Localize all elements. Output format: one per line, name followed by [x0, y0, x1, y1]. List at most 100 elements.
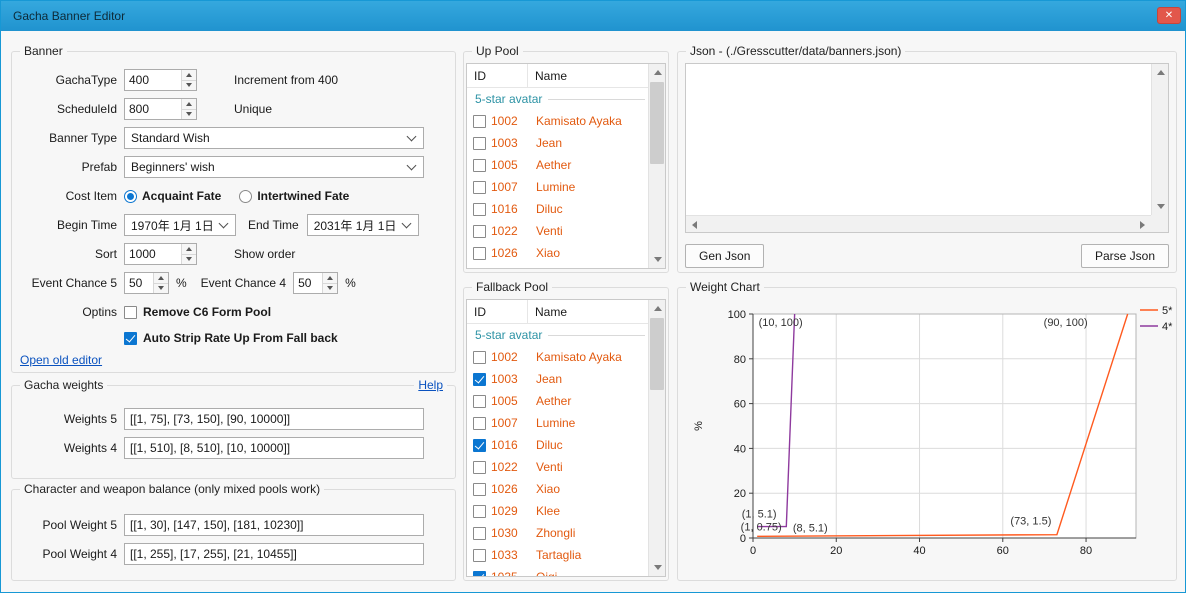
spin-up-icon[interactable] — [153, 273, 168, 284]
pool-row[interactable]: 1035Qiqi — [467, 566, 648, 576]
pool-weight4-input[interactable] — [124, 543, 424, 565]
scroll-thumb[interactable] — [650, 82, 664, 164]
help-link[interactable]: Help — [414, 378, 447, 392]
scroll-up-icon[interactable] — [649, 300, 666, 317]
pool-category-label: 5-star avatar — [475, 328, 542, 342]
scrollbar-corner — [1151, 215, 1168, 232]
pool-row[interactable]: 1005Aether — [467, 154, 648, 176]
close-button[interactable]: ✕ — [1157, 7, 1181, 24]
scroll-up-icon[interactable] — [649, 64, 666, 81]
json-textarea[interactable] — [686, 64, 1151, 215]
pool-row-checkbox[interactable] — [473, 527, 486, 540]
chevron-down-icon — [401, 218, 411, 228]
pool-row[interactable]: 1022Venti — [467, 456, 648, 478]
checkbox-icon[interactable] — [124, 306, 137, 319]
begin-time-select[interactable]: 1970年 1月 1日 — [124, 214, 236, 236]
spin-up-icon[interactable] — [181, 244, 196, 255]
pool-row-checkbox[interactable] — [473, 395, 486, 408]
scroll-down-icon[interactable] — [649, 251, 666, 268]
scroll-down-icon[interactable] — [649, 559, 666, 576]
pool-row[interactable]: 1030Zhongli — [467, 522, 648, 544]
pool-row-checkbox[interactable] — [473, 483, 486, 496]
pool-row[interactable]: 1003Jean — [467, 132, 648, 154]
pool-row-checkbox[interactable] — [473, 461, 486, 474]
pool-row[interactable]: 1002Kamisato Ayaka — [467, 110, 648, 132]
spin-down-icon[interactable] — [181, 81, 196, 91]
json-vertical-scrollbar[interactable] — [1151, 64, 1168, 215]
pool-row[interactable]: 1029Klee — [467, 500, 648, 522]
scheduleid-input[interactable] — [125, 99, 181, 119]
prefab-row: Prefab Beginners' wish — [12, 156, 455, 178]
pool-row-checkbox[interactable] — [473, 225, 486, 238]
pool-row-checkbox[interactable] — [473, 351, 486, 364]
pool-row-name: Klee — [536, 504, 560, 518]
json-horizontal-scrollbar[interactable] — [686, 215, 1151, 232]
scroll-up-icon[interactable] — [1152, 64, 1169, 81]
scroll-left-icon[interactable] — [686, 216, 703, 233]
weight-chart-group: Weight Chart 020406080020406080100(10, 1… — [677, 287, 1177, 581]
spin-up-icon[interactable] — [181, 99, 196, 110]
pool-weight5-input[interactable] — [124, 514, 424, 536]
pool-row[interactable]: 1002Kamisato Ayaka — [467, 346, 648, 368]
checkbox-label: Remove C6 Form Pool — [143, 305, 271, 319]
sort-input[interactable] — [125, 244, 181, 264]
weight-chart-canvas: 020406080020406080100(10, 100)(90, 100)(… — [682, 296, 1176, 576]
pool-row-checkbox[interactable] — [473, 159, 486, 172]
spin-down-icon[interactable] — [181, 110, 196, 120]
pool-row[interactable]: 1003Jean — [467, 368, 648, 390]
spin-down-icon[interactable] — [181, 255, 196, 265]
pool-row-name: Diluc — [536, 202, 563, 216]
weights5-input[interactable] — [124, 408, 424, 430]
open-old-editor-link[interactable]: Open old editor — [20, 353, 102, 367]
cost-item-radio-2[interactable]: Intertwined Fate — [239, 189, 349, 203]
pool-row-checkbox[interactable] — [473, 203, 486, 216]
banner-type-select[interactable]: Standard Wish — [124, 127, 424, 149]
weights4-input[interactable] — [124, 437, 424, 459]
spin-up-icon[interactable] — [181, 70, 196, 81]
pool-row[interactable]: 1016Diluc — [467, 198, 648, 220]
pool-row[interactable]: 1007Lumine — [467, 412, 648, 434]
event-chance-5-input[interactable] — [125, 273, 153, 293]
pool-row-checkbox[interactable] — [473, 505, 486, 518]
pool-row-name: Jean — [536, 372, 562, 386]
scroll-thumb[interactable] — [650, 318, 664, 390]
pool-row-checkbox[interactable] — [473, 417, 486, 430]
pool-row[interactable]: 1026Xiao — [467, 242, 648, 264]
pool-row[interactable]: 1007Lumine — [467, 176, 648, 198]
pool-row[interactable]: 1033Tartaglia — [467, 544, 648, 566]
fallback-pool-scrollbar[interactable] — [648, 300, 665, 576]
pool-header: ID Name — [467, 64, 648, 88]
spin-down-icon[interactable] — [153, 284, 168, 294]
pool-row-name: Jean — [536, 136, 562, 150]
gen-json-button[interactable]: Gen Json — [685, 244, 764, 268]
pool-row-checkbox[interactable] — [473, 181, 486, 194]
sort-hint: Show order — [234, 247, 295, 261]
optins-checkbox-2[interactable]: Auto Strip Rate Up From Fall back — [124, 331, 338, 345]
prefab-select[interactable]: Beginners' wish — [124, 156, 424, 178]
cost-item-radio-1[interactable]: Acquaint Fate — [124, 189, 221, 203]
pool-row[interactable]: 1026Xiao — [467, 478, 648, 500]
end-time-select[interactable]: 2031年 1月 1日 — [307, 214, 419, 236]
pool-row-checkbox[interactable] — [473, 439, 486, 452]
optins-checkbox-1[interactable]: Remove C6 Form Pool — [124, 305, 271, 319]
spin-down-icon[interactable] — [322, 284, 337, 294]
pool-row[interactable]: 1022Venti — [467, 220, 648, 242]
pool-row-checkbox[interactable] — [473, 549, 486, 562]
parse-json-button[interactable]: Parse Json — [1081, 244, 1169, 268]
up-pool-scrollbar[interactable] — [648, 64, 665, 268]
checkbox-icon[interactable] — [124, 332, 137, 345]
pool-row-checkbox[interactable] — [473, 137, 486, 150]
svg-text:40: 40 — [734, 443, 746, 455]
pool-row-checkbox[interactable] — [473, 247, 486, 260]
scroll-right-icon[interactable] — [1134, 216, 1151, 233]
spin-up-icon[interactable] — [322, 273, 337, 284]
pool-row[interactable]: 1005Aether — [467, 390, 648, 412]
pool-row-checkbox[interactable] — [473, 571, 486, 577]
gachatype-input[interactable] — [125, 70, 181, 90]
pool-row-checkbox[interactable] — [473, 115, 486, 128]
svg-text:(90, 100): (90, 100) — [1044, 317, 1088, 329]
event-chance-4-input[interactable] — [294, 273, 322, 293]
pool-row[interactable]: 1016Diluc — [467, 434, 648, 456]
scroll-down-icon[interactable] — [1152, 198, 1169, 215]
pool-row-checkbox[interactable] — [473, 373, 486, 386]
